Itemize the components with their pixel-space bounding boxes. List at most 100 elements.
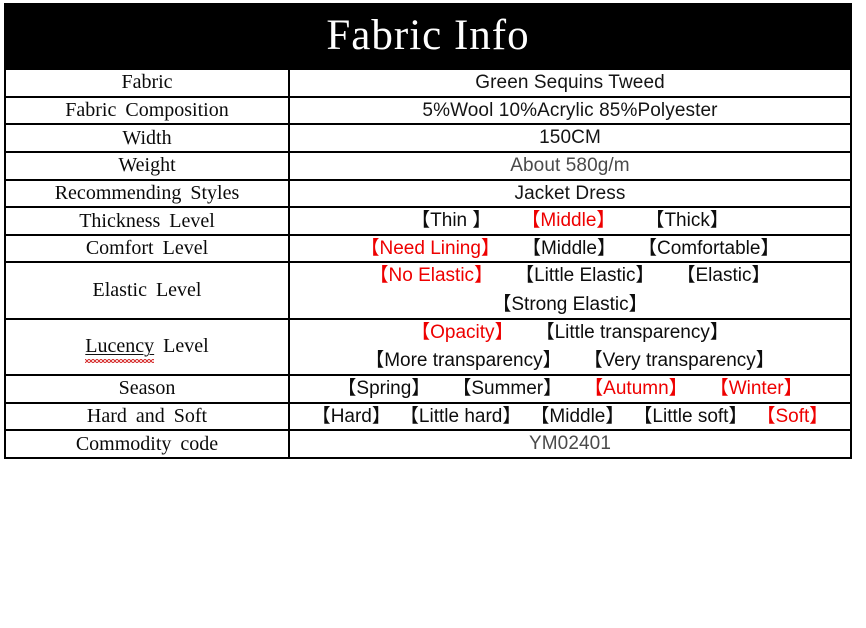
row-value: Green Sequins Tweed (288, 68, 852, 98)
option[interactable]: 【Little soft】 (633, 404, 747, 430)
option[interactable]: 【Little hard】 (400, 404, 521, 430)
option-label: No Elastic (388, 265, 475, 287)
option-label: Opacity (430, 321, 495, 343)
bracket-open-icon: 【 (360, 236, 380, 259)
bracket-close-icon: 】 (709, 320, 729, 343)
option[interactable]: 【Thin 】 (411, 208, 491, 234)
bracket-close-icon: 】 (605, 404, 625, 427)
bracket-close-icon: 】 (494, 320, 514, 343)
bracket-close-icon: 】 (809, 404, 829, 427)
table-row: Width 150CM (4, 123, 852, 153)
option-label: Middle (540, 210, 597, 232)
option-label: Little Elastic (534, 265, 636, 287)
option-label: Summer (471, 378, 544, 400)
bracket-close-icon: 】 (411, 377, 431, 400)
table-row: Thickness Level 【Thin 】 【Middle】 【Thick】 (4, 206, 852, 236)
bracket-open-icon: 【 (521, 209, 541, 232)
option-line: 【Thin 】 【Middle】 【Thick】 (290, 208, 850, 234)
option-label: Autumn (603, 378, 669, 400)
bracket-open-icon: 【 (452, 377, 472, 400)
option[interactable]: 【Hard】 (312, 404, 391, 430)
option[interactable]: 【Little transparency】 (536, 320, 729, 346)
page-title: Fabric Info (326, 12, 530, 59)
row-label-hard-and-soft: Hard and Soft (4, 401, 290, 432)
option-selected[interactable]: 【Opacity】 (411, 320, 513, 346)
option-label: Little hard (418, 405, 503, 427)
row-value: 【No Elastic】 【Little Elastic】 【Elastic】 【St… (288, 261, 852, 320)
option[interactable]: 【Middle】 (522, 236, 616, 262)
bracket-close-icon: 】 (543, 377, 563, 400)
option[interactable]: 【Thick】 (645, 208, 728, 234)
fabric-info-sheet: Fabric Info Fabric Green Sequins Tweed Fab… (0, 0, 866, 628)
bracket-open-icon: 【 (515, 264, 535, 287)
bracket-open-icon: 【 (756, 404, 776, 427)
bracket-close-icon: 】 (542, 349, 562, 372)
option-selected[interactable]: 【Autumn】 (584, 376, 688, 402)
option-label: Very transparency (602, 350, 756, 372)
bracket-open-icon: 【 (411, 209, 431, 232)
bracket-open-icon: 【 (583, 349, 603, 372)
option-selected[interactable]: 【Need Lining】 (361, 236, 500, 262)
option[interactable]: 【Comfortable】 (638, 236, 780, 262)
option-selected[interactable]: 【Middle】 (521, 208, 615, 234)
bracket-open-icon: 【 (637, 236, 657, 259)
option-label: Little transparency (554, 321, 710, 343)
option[interactable]: 【Elastic】 (676, 263, 770, 289)
bracket-open-icon: 【 (530, 404, 550, 427)
option-label: Hard (330, 405, 372, 427)
option-label: More transparency (384, 350, 543, 372)
bracket-close-icon: 】 (635, 264, 655, 287)
row-label-thickness-level: Thickness Level (4, 206, 290, 236)
option-selected[interactable]: 【Soft】 (756, 404, 828, 430)
bracket-close-icon: 】 (502, 404, 522, 427)
row-value: 【Thin 】 【Middle】 【Thick】 (288, 206, 852, 236)
bracket-close-icon: 】 (760, 236, 780, 259)
option-selected[interactable]: 【No Elastic】 (370, 263, 494, 289)
row-value: 150CM (288, 123, 852, 153)
bracket-close-icon: 】 (474, 264, 494, 287)
option-line: 【Spring】 【Summer】 【Autumn】 【Winter】 (290, 376, 850, 402)
option[interactable]: 【Middle】 (530, 404, 624, 430)
option-label: Little soft (652, 405, 729, 427)
row-label-comfort-level: Comfort Level (4, 233, 290, 264)
row-label-elastic-level: Elastic Level (4, 261, 290, 320)
row-value: Jacket Dress (288, 178, 852, 209)
bracket-open-icon: 【 (411, 320, 431, 343)
option-label: Comfortable (656, 237, 761, 259)
option[interactable]: 【Little Elastic】 (515, 263, 654, 289)
row-label-fabric: Fabric (4, 68, 290, 98)
row-value: 【Hard】 【Little hard】 【Middle】 【Little soft】… (288, 401, 852, 432)
bracket-open-icon: 【 (535, 320, 555, 343)
option-label: Soft (775, 405, 810, 427)
option-selected[interactable]: 【Winter】 (710, 376, 803, 402)
option-label: Need Lining (379, 237, 481, 259)
option[interactable]: 【Summer】 (452, 376, 562, 402)
bracket-open-icon: 【 (521, 236, 541, 259)
row-value: 【Spring】 【Summer】 【Autumn】 【Winter】 (288, 374, 852, 404)
spec-table-body: Fabric Green Sequins Tweed Fabric Composit… (4, 68, 852, 459)
bracket-open-icon: 【 (369, 264, 389, 287)
table-row: Weight About 580g/m (4, 150, 852, 181)
bracket-close-icon: 】 (628, 293, 648, 316)
row-label-lucency-level: Lucency Level (4, 317, 290, 377)
row-value: 【Need Lining】 【Middle】 【Comfortable】 (288, 233, 852, 264)
option[interactable]: 【More transparency】 (365, 348, 561, 374)
option-label: Winter (728, 378, 784, 400)
option-label: Thin (430, 210, 473, 232)
bracket-open-icon: 【 (337, 377, 357, 400)
option[interactable]: 【Very transparency】 (584, 348, 775, 374)
row-value: 【Opacity】 【Little transparency】 【More tran… (288, 317, 852, 377)
option-label: Middle (549, 405, 606, 427)
table-row: Hard and Soft 【Hard】 【Little hard】 【Middle】… (4, 401, 852, 432)
bracket-close-icon: 】 (728, 404, 748, 427)
bracket-open-icon: 【 (492, 293, 512, 316)
row-label-weight: Weight (4, 150, 290, 181)
bracket-open-icon: 【 (709, 377, 729, 400)
option-label: Spring (356, 378, 412, 400)
option[interactable]: 【Strong Elastic】 (492, 292, 647, 318)
option-line: 【Strong Elastic】 (290, 292, 850, 318)
table-row: Fabric Composition 5%Wool 10%Acrylic 85%P… (4, 95, 852, 126)
option[interactable]: 【Spring】 (337, 376, 430, 402)
bracket-open-icon: 【 (676, 264, 696, 287)
row-value: 5%Wool 10%Acrylic 85%Polyester (288, 95, 852, 126)
